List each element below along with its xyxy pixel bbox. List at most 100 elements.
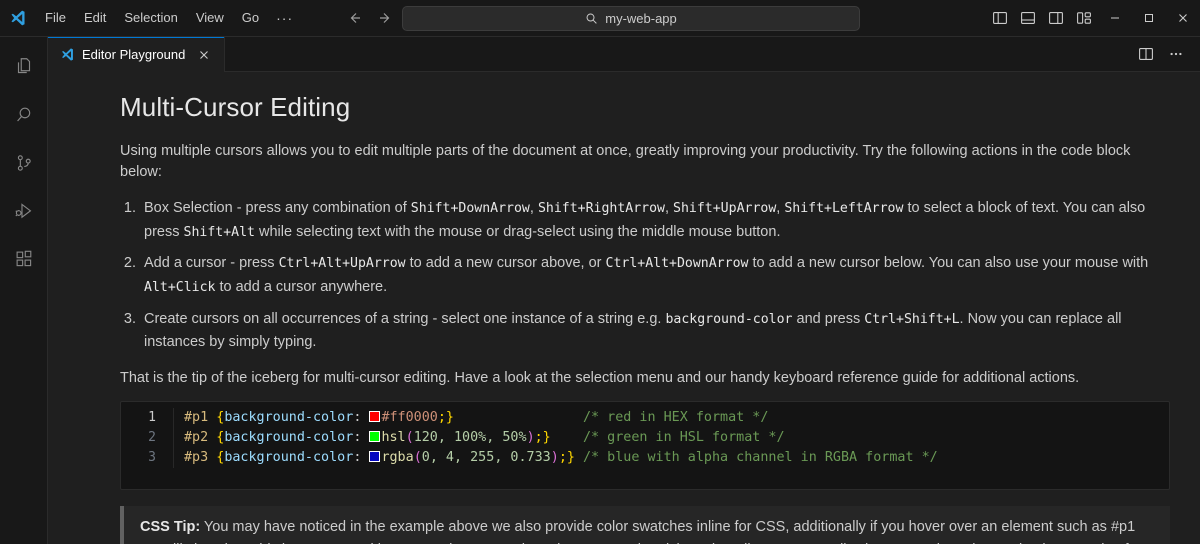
color-swatch[interactable] [369, 451, 380, 462]
layout-controls [986, 4, 1098, 32]
code-spacer [551, 430, 583, 445]
step-text: , [665, 200, 673, 216]
toggle-secondary-sidebar-button[interactable] [1042, 4, 1070, 32]
search-icon [585, 12, 598, 25]
editor-tab-bar: Editor Playground [48, 37, 1200, 72]
keybinding-code: Ctrl+Alt+DownArrow [606, 256, 749, 271]
activitybar-explorer[interactable] [0, 43, 48, 91]
vscode-logo-icon [60, 47, 75, 62]
css-tip-blockquote: CSS Tip: You may have noticed in the exa… [120, 506, 1170, 544]
iceberg-paragraph: That is the tip of the iceberg for multi… [120, 368, 1170, 389]
steps-list: Box Selection - press any combination of… [140, 197, 1170, 355]
menu-bar: File Edit Selection View Go ··· [36, 0, 301, 36]
step-text: Box Selection - press any combination of [144, 200, 411, 216]
css-end: ;} [438, 410, 454, 425]
css-selector: #p2 [184, 430, 216, 445]
keybinding-code: Ctrl+Shift+L [864, 312, 959, 327]
keybinding-code: Shift+Alt [184, 225, 255, 240]
css-arg: , 255 [454, 450, 494, 465]
tab-bar-filler [225, 37, 1132, 72]
line-number: 2 [121, 428, 156, 448]
line-number: 1 [121, 408, 156, 428]
css-comment: /* red in HEX format */ [583, 410, 768, 425]
css-comment: /* blue with alpha channel in RGBA forma… [583, 450, 938, 465]
keybinding-code: background-color [665, 312, 792, 327]
step-text: and press [793, 311, 865, 327]
step-text: to add a cursor anywhere. [215, 279, 387, 295]
keybinding-code: Shift+DownArrow [411, 201, 530, 216]
css-code-block[interactable]: 123 #p1 {background-color: #ff0000;} /* … [120, 401, 1170, 490]
css-selector: #p1 [184, 410, 216, 425]
page-title: Multi-Cursor Editing [120, 92, 1170, 123]
css-end: ;} [535, 430, 551, 445]
css-arg: , 100% [438, 430, 486, 445]
tab-label: Editor Playground [82, 47, 185, 62]
editor-actions [1132, 37, 1200, 72]
tab-editor-playground[interactable]: Editor Playground [48, 37, 225, 72]
editor-group: Editor Playground [48, 37, 1200, 544]
command-center[interactable]: my-web-app [402, 6, 860, 31]
vscode-window: File Edit Selection View Go ··· [0, 0, 1200, 544]
toggle-panel-button[interactable] [1014, 4, 1042, 32]
ellipsis-icon[interactable] [1162, 40, 1190, 68]
toggle-primary-sidebar-button[interactable] [986, 4, 1014, 32]
keybinding-code: Shift+UpArrow [673, 201, 776, 216]
css-selector: #p3 [184, 450, 216, 465]
css-tip-text: You may have noticed in the example abov… [140, 519, 1135, 544]
css-end: ;} [559, 450, 575, 465]
menu-edit[interactable]: Edit [76, 7, 114, 29]
title-bar-right [986, 0, 1200, 36]
workbench-body: Editor Playground [0, 37, 1200, 544]
code-spacer [575, 450, 583, 465]
arrow-right-icon[interactable] [375, 7, 397, 29]
step-text: while selecting text with the mouse or d… [255, 224, 781, 240]
step-item: Box Selection - press any combination of… [140, 197, 1170, 244]
step-text: Create cursors on all occurrences of a s… [144, 311, 665, 327]
customize-layout-button[interactable] [1070, 4, 1098, 32]
close-button[interactable] [1166, 0, 1200, 37]
step-item: Create cursors on all occurrences of a s… [140, 308, 1170, 355]
maximize-button[interactable] [1132, 0, 1166, 37]
step-text: Add a cursor - press [144, 255, 279, 271]
minimize-button[interactable] [1098, 0, 1132, 37]
close-icon[interactable] [194, 45, 214, 65]
css-function-name: rgba [381, 450, 413, 465]
css-arg: , 50% [486, 430, 526, 445]
color-swatch[interactable] [369, 431, 380, 442]
step-item: Add a cursor - press Ctrl+Alt+UpArrow to… [140, 252, 1170, 299]
step-text: to add a new cursor below. You can also … [748, 255, 1148, 271]
css-arg: , 4 [430, 450, 454, 465]
keybinding-code: Shift+LeftArrow [784, 201, 903, 216]
menu-view[interactable]: View [188, 7, 232, 29]
css-arg: 120 [414, 430, 438, 445]
activitybar-run-debug[interactable] [0, 187, 48, 235]
color-swatch[interactable] [369, 411, 380, 422]
activitybar-source-control[interactable] [0, 139, 48, 187]
code-spacer [454, 410, 583, 425]
css-paren: ) [551, 450, 559, 465]
line-number: 3 [121, 448, 156, 468]
line-number-gutter: 123 [121, 408, 173, 468]
css-paren: ( [414, 450, 422, 465]
css-paren: ( [406, 430, 414, 445]
split-editor-icon[interactable] [1132, 40, 1160, 68]
menu-file[interactable]: File [37, 7, 74, 29]
code-lines[interactable]: #p1 {background-color: #ff0000;} /* red … [173, 408, 1169, 468]
css-colon: : [353, 450, 369, 465]
step-text: to add a new cursor above, or [406, 255, 606, 271]
css-property: background-color [224, 430, 353, 445]
css-arg: , 0.733 [494, 450, 550, 465]
code-line: #p2 {background-color: hsl(120, 100%, 50… [184, 428, 1169, 448]
menu-selection[interactable]: Selection [116, 7, 185, 29]
activity-bar [0, 37, 48, 544]
activitybar-search[interactable] [0, 91, 48, 139]
vscode-logo-icon [0, 9, 36, 27]
menu-go[interactable]: Go [234, 7, 267, 29]
activitybar-extensions[interactable] [0, 235, 48, 283]
css-arg: 0 [422, 450, 430, 465]
keybinding-code: Shift+RightArrow [538, 201, 665, 216]
keybinding-code: Ctrl+Alt+UpArrow [279, 256, 406, 271]
css-comment: /* green in HSL format */ [583, 430, 785, 445]
menu-more[interactable]: ··· [269, 7, 300, 29]
arrow-left-icon[interactable] [343, 7, 365, 29]
